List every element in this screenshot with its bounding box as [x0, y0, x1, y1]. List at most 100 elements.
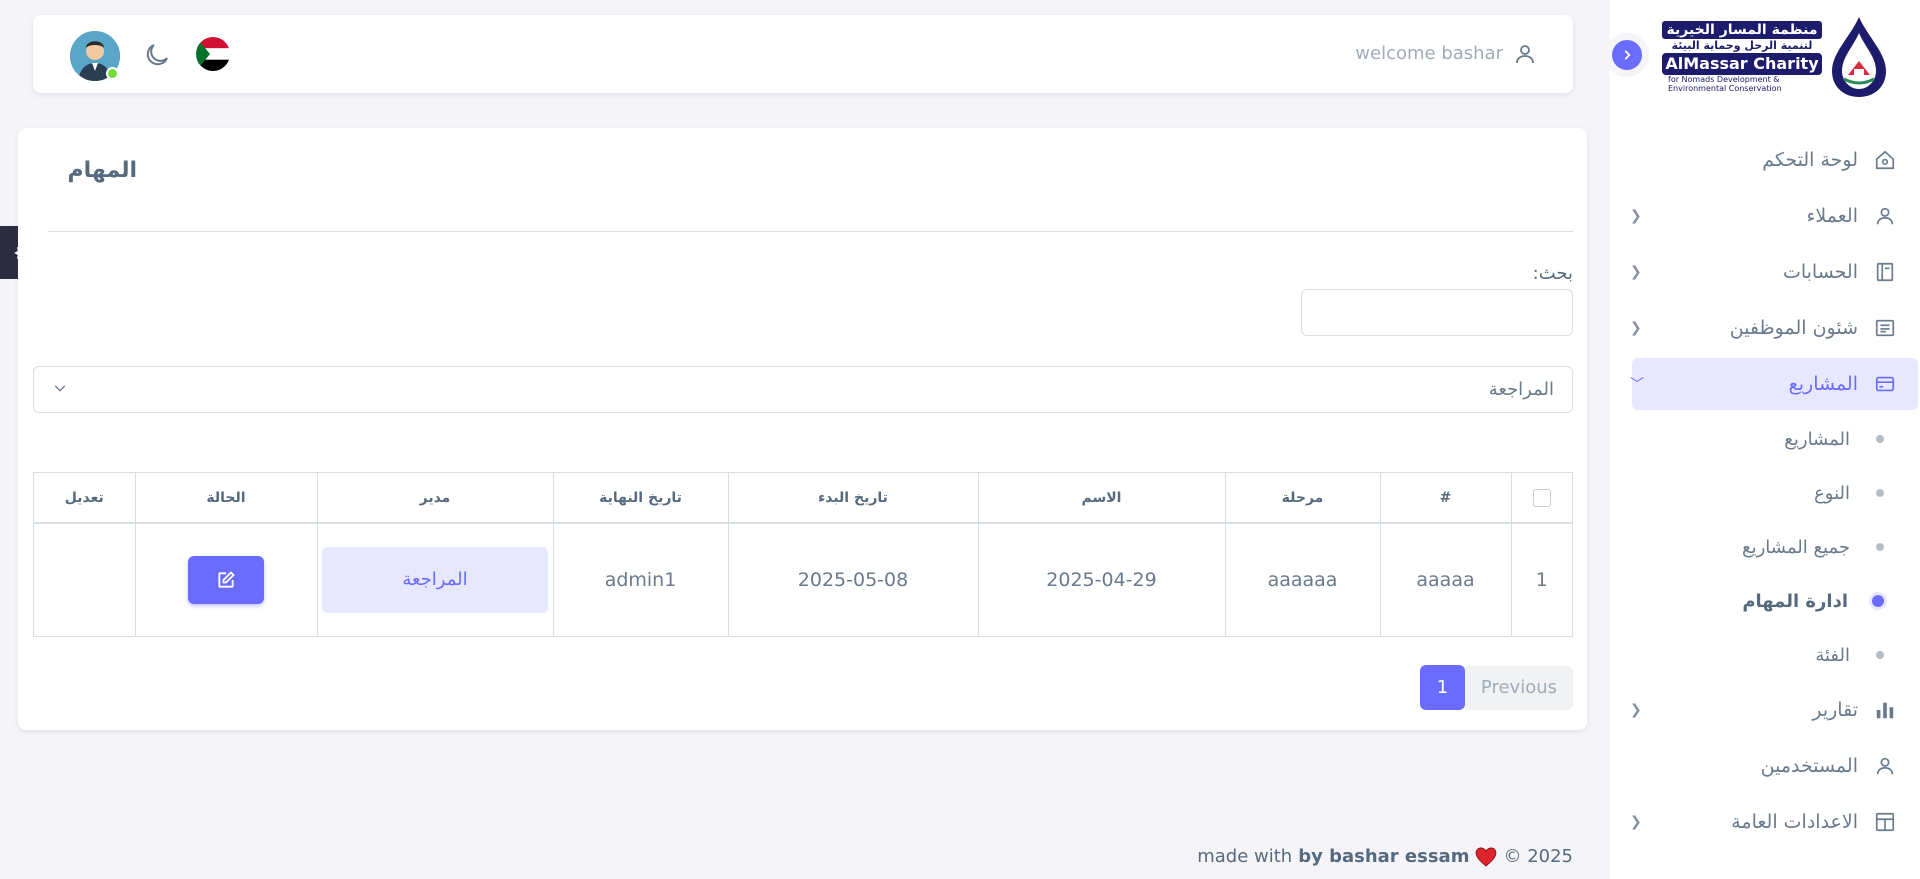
- table-header-row: # مرحلة الاسم تاريخ البدء تاريخ النهاية …: [34, 473, 1572, 524]
- bar-chart-icon: [1872, 697, 1898, 723]
- column-header[interactable]: تعديل: [34, 473, 135, 524]
- select-all-header[interactable]: [1510, 473, 1572, 524]
- sidebar-item-label: الاعدادات العامة: [1731, 811, 1858, 833]
- chevron-left-icon: ❮: [1630, 814, 1642, 830]
- sidebar-subitem-label: ادارة المهام: [1742, 590, 1848, 612]
- sidebar-item-reports[interactable]: تقارير ❮: [1610, 682, 1920, 738]
- footer: made with by bashar essam © 2025: [1197, 846, 1573, 867]
- sidebar-item-label: لوحة التحكم: [1762, 149, 1858, 171]
- column-header[interactable]: مرحلة: [1224, 473, 1380, 524]
- sidebar-subitem-type[interactable]: النوع: [1610, 466, 1920, 520]
- welcome-text: welcome bashar: [1355, 43, 1503, 64]
- column-header[interactable]: تاريخ البدء: [727, 473, 978, 524]
- sidebar-subitem-task-management[interactable]: ادارة المهام: [1610, 574, 1920, 628]
- brand-arabic-name: منظمة المسار الخيرية: [1662, 21, 1822, 39]
- select-all-checkbox[interactable]: [1532, 488, 1551, 507]
- bullet-icon: [1876, 489, 1884, 497]
- home-icon: [1872, 147, 1898, 173]
- moon-icon[interactable]: [142, 40, 172, 70]
- brand-logo[interactable]: منظمة المسار الخيرية لتنمية الرحل وحماية…: [1658, 12, 1890, 102]
- chevron-down-icon: ﹀: [1630, 377, 1644, 393]
- chevron-left-icon: ❮: [1630, 208, 1642, 224]
- column-header[interactable]: تاريخ النهاية: [552, 473, 728, 524]
- bullet-icon: [1876, 651, 1884, 659]
- edit-button[interactable]: [188, 556, 264, 604]
- sidebar-item-projects[interactable]: المشاريع ﹀: [1610, 356, 1920, 412]
- brand-text: منظمة المسار الخيرية لتنمية الرحل وحماية…: [1662, 21, 1822, 93]
- sidebar-subitem-label: الفئة: [1815, 644, 1850, 666]
- cell-edit: [34, 523, 135, 636]
- chevron-left-icon: ❮: [1630, 702, 1642, 718]
- tasks-table: # مرحلة الاسم تاريخ البدء تاريخ النهاية …: [33, 472, 1573, 637]
- search-input[interactable]: [1301, 289, 1573, 336]
- water-drop-logo-icon: [1832, 17, 1886, 97]
- row-index: 1: [1510, 523, 1572, 636]
- sidebar-subitem-label: جميع المشاريع: [1742, 536, 1850, 558]
- sidebar-item-hr[interactable]: شئون الموظفين ❮: [1610, 300, 1920, 356]
- user-icon[interactable]: [1513, 42, 1537, 66]
- cell-stage: aaaaaa: [1224, 523, 1380, 636]
- page-number-button[interactable]: 1: [1419, 665, 1465, 710]
- column-header[interactable]: #: [1379, 473, 1511, 524]
- active-bullet-icon: [1872, 595, 1884, 607]
- tasks-card: المهام بحث: المراجعة # مرحلة الاسم تاريخ…: [18, 128, 1587, 730]
- sidebar-item-dashboard[interactable]: لوحة التحكم: [1610, 132, 1920, 188]
- pagination: Previous 1: [1419, 665, 1573, 710]
- cell-number: aaaaa: [1379, 523, 1511, 636]
- online-status-indicator: [106, 67, 119, 80]
- sidebar-item-label: المشاريع: [1788, 373, 1858, 395]
- sidebar-item-users[interactable]: المستخدمين: [1610, 738, 1920, 794]
- chevron-right-icon: [1624, 50, 1631, 60]
- sidebar-subitem-category[interactable]: الفئة: [1610, 628, 1920, 682]
- edit-icon: [218, 571, 235, 588]
- sidebar-item-general-settings[interactable]: الاعدادات العامة ❮: [1610, 794, 1920, 850]
- chevron-left-icon: ❮: [1630, 320, 1642, 336]
- credit-card-icon: [1872, 371, 1898, 397]
- sidebar-toggle-button[interactable]: [1612, 40, 1642, 70]
- cell-manager: المراجعة: [316, 523, 553, 636]
- user-icon: [1872, 753, 1898, 779]
- column-header[interactable]: مدير: [316, 473, 553, 524]
- column-header[interactable]: الاسم: [977, 473, 1225, 524]
- footer-author[interactable]: by bashar essam: [1298, 846, 1469, 867]
- search-label: بحث:: [1532, 263, 1573, 284]
- footer-made-with: made with: [1197, 846, 1293, 867]
- user-icon: [1872, 203, 1898, 229]
- cell-status: [134, 523, 317, 636]
- footer-copyright: © 2025: [1503, 846, 1573, 867]
- sidebar-item-accounts[interactable]: الحسابات ❮: [1610, 244, 1920, 300]
- layout-icon: [1872, 809, 1898, 835]
- top-navbar: welcome bashar: [33, 15, 1573, 93]
- sidebar-item-label: العملاء: [1806, 205, 1859, 227]
- brand-english-tagline-1: for Nomads Development &: [1668, 75, 1780, 84]
- heart-icon: [1476, 847, 1497, 867]
- status-filter-select[interactable]: المراجعة: [33, 366, 1573, 413]
- sidebar-item-label: شئون الموظفين: [1729, 317, 1858, 339]
- bullet-icon: [1876, 543, 1884, 551]
- document-icon: [1872, 315, 1898, 341]
- table-row: 1 aaaaa aaaaaa 2025-04-29 2025-05-08 adm…: [34, 523, 1572, 636]
- sidebar-subitem-all-projects[interactable]: جميع المشاريع: [1610, 520, 1920, 574]
- cell-end-date: admin1: [552, 523, 728, 636]
- sidebar-subitem-label: النوع: [1814, 482, 1850, 504]
- sidebar-item-customers[interactable]: العملاء ❮: [1610, 188, 1920, 244]
- chevron-left-icon: ❮: [1630, 264, 1642, 280]
- brand-arabic-tagline: لتنمية الرحل وحماية البيئة: [1671, 39, 1813, 52]
- sidebar-subitem-projects[interactable]: المشاريع: [1610, 412, 1920, 466]
- sidebar-item-label: تقارير: [1812, 699, 1858, 721]
- status-filter-value: المراجعة: [1488, 379, 1554, 400]
- divider: [48, 231, 1573, 232]
- previous-page-button[interactable]: Previous: [1464, 665, 1573, 710]
- status-badge: المراجعة: [322, 547, 548, 613]
- column-header[interactable]: الحالة: [134, 473, 317, 524]
- chevron-down-icon: [52, 380, 68, 400]
- cell-start-date: 2025-05-08: [727, 523, 978, 636]
- sudan-flag-icon[interactable]: [196, 37, 230, 71]
- sidebar-menu: لوحة التحكم العملاء ❮ الحسابات ❮ شئون ال…: [1610, 132, 1920, 850]
- ledger-icon: [1872, 259, 1898, 285]
- page-title: المهام: [67, 158, 137, 183]
- sidebar: منظمة المسار الخيرية لتنمية الرحل وحماية…: [1610, 0, 1920, 879]
- sidebar-item-label: الحسابات: [1782, 261, 1858, 283]
- sidebar-subitem-label: المشاريع: [1784, 428, 1850, 450]
- bullet-icon: [1876, 435, 1884, 443]
